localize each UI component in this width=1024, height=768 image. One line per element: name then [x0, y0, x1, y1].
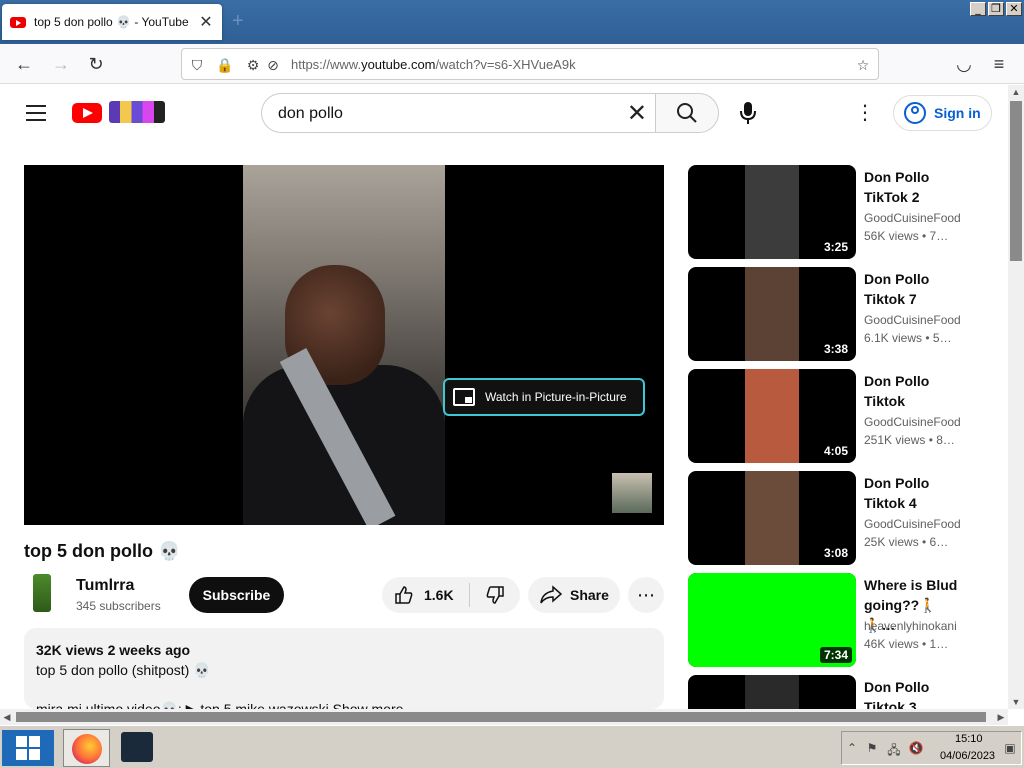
recommendation-item[interactable]: 3:25 Don Pollo TikTok 2 GoodCuisineFood 56K… [688, 165, 998, 259]
recommendation-item[interactable]: Don Pollo Tiktok 3 [688, 675, 998, 709]
video-duration: 3:38 [819, 341, 852, 357]
recommendation-title[interactable]: Don Pollo TikTok 2 [864, 167, 964, 207]
scroll-down-icon[interactable]: ▼ [1008, 695, 1024, 709]
notification-icon[interactable]: ▣ [1002, 741, 1018, 757]
volume-muted-icon[interactable]: 🔇 [908, 741, 924, 757]
scroll-left-icon[interactable]: ◀ [0, 709, 14, 725]
recommendation-channel[interactable]: GoodCuisineFood [864, 313, 961, 327]
recommendation-thumbnail[interactable]: 4:05 [688, 369, 856, 463]
recommendations-list: 3:25 Don Pollo TikTok 2 GoodCuisineFood 56K… [0, 0, 1008, 709]
flag-icon[interactable]: ⚑ [864, 741, 880, 757]
recommendation-thumbnail[interactable]: 3:38 [688, 267, 856, 361]
recommendation-thumbnail[interactable] [688, 675, 856, 709]
clock-date[interactable]: 04/06/2023 [940, 750, 995, 762]
horizontal-scroll-thumb[interactable] [16, 712, 986, 722]
recommendation-channel[interactable]: heavenlyhinokani [864, 619, 957, 633]
recommendation-item[interactable]: 7:34 Where is Blud going??🚶🚶… heavenlyhino… [688, 573, 998, 667]
recommendation-views: 46K views • 1… [864, 637, 949, 651]
recommendation-title[interactable]: Don Pollo Tiktok 4 [864, 473, 964, 513]
video-duration: 4:05 [819, 443, 852, 459]
recommendation-views: 251K views • 8… [864, 433, 955, 447]
recommendation-title[interactable]: Don Pollo Tiktok [864, 371, 964, 411]
scroll-right-icon[interactable]: ▶ [994, 709, 1008, 725]
recommendation-views: 56K views • 7… [864, 229, 949, 243]
scroll-up-icon[interactable]: ▲ [1008, 85, 1024, 99]
firefox-icon [72, 734, 102, 764]
recommendation-item[interactable]: 3:38 Don Pollo Tiktok 7 GoodCuisineFood 6.1… [688, 267, 998, 361]
recommendation-channel[interactable]: GoodCuisineFood [864, 211, 961, 225]
video-duration: 3:25 [819, 239, 852, 255]
start-button[interactable] [2, 730, 54, 766]
network-icon[interactable]: 🖧 [886, 741, 902, 757]
tray-expand-icon[interactable]: ⌃ [844, 741, 860, 757]
horizontal-scrollbar[interactable]: ◀ ▶ [0, 709, 1008, 725]
vertical-scroll-thumb[interactable] [1010, 101, 1022, 261]
windows-taskbar: ⌃ ⚑ 🖧 🔇 ▣ [0, 725, 1024, 768]
windows-logo-icon [16, 736, 27, 747]
recommendation-item[interactable]: 3:08 Don Pollo Tiktok 4 GoodCuisineFood 25K… [688, 471, 998, 565]
recommendation-title[interactable]: Don Pollo Tiktok 7 [864, 269, 964, 309]
recommendation-title[interactable]: Don Pollo Tiktok 3 [864, 677, 964, 709]
vertical-scrollbar[interactable]: ▲ ▼ [1008, 85, 1024, 709]
recommendation-views: 25K views • 6… [864, 535, 949, 549]
recommendation-thumbnail[interactable]: 7:34 [688, 573, 856, 667]
recommendation-item[interactable]: 4:05 Don Pollo Tiktok GoodCuisineFood 251K … [688, 369, 998, 463]
recommendation-views: 6.1K views • 5… [864, 331, 952, 345]
recommendation-thumbnail[interactable]: 3:25 [688, 165, 856, 259]
video-duration: 7:34 [819, 647, 852, 663]
recommendation-channel[interactable]: GoodCuisineFood [864, 415, 961, 429]
taskbar-firefox[interactable] [63, 729, 110, 767]
taskbar-app-icon[interactable] [121, 732, 153, 762]
recommendation-channel[interactable]: GoodCuisineFood [864, 517, 961, 531]
video-duration: 3:08 [819, 545, 852, 561]
clock-time[interactable]: 15:10 [955, 733, 983, 745]
recommendation-thumbnail[interactable]: 3:08 [688, 471, 856, 565]
close-window-icon[interactable]: ✕ [1006, 2, 1022, 16]
